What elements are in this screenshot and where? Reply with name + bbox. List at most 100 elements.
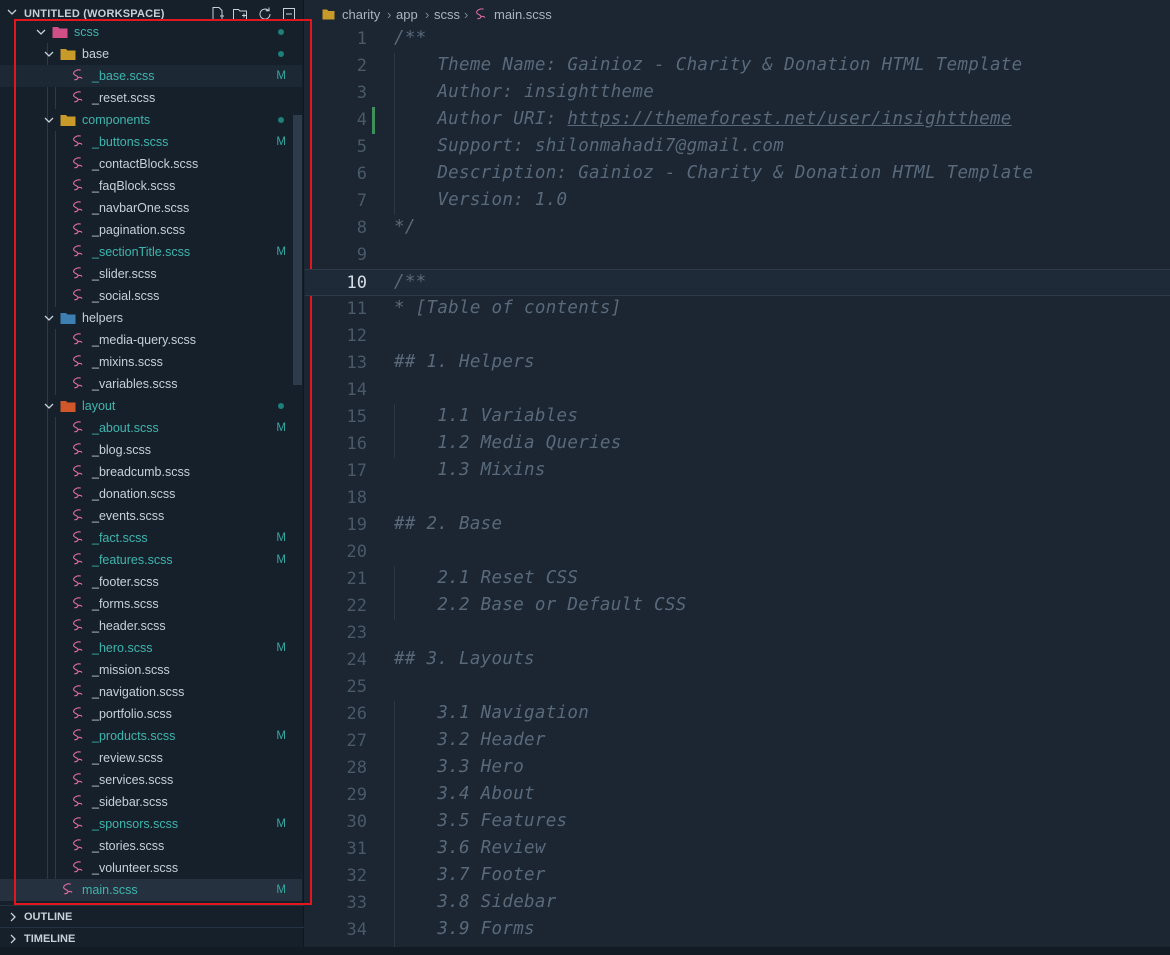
tree-file[interactable]: _mixins.scss bbox=[0, 351, 302, 373]
tree-folder[interactable]: base bbox=[0, 43, 302, 65]
code-line[interactable]: 11 * [Table of contents] bbox=[305, 296, 1170, 323]
tree-file[interactable]: _social.scss bbox=[0, 285, 302, 307]
code-text: 1.2 Media Queries bbox=[394, 433, 622, 453]
chevron-down-icon[interactable] bbox=[44, 401, 54, 411]
git-status-badge: M bbox=[276, 422, 286, 434]
tree-file[interactable]: _breadcumb.scss bbox=[0, 461, 302, 483]
code-line[interactable]: 12 bbox=[305, 323, 1170, 350]
tree-file[interactable]: _volunteer.scss bbox=[0, 857, 302, 879]
refresh-icon[interactable] bbox=[257, 6, 273, 22]
tree-file[interactable]: _review.scss bbox=[0, 747, 302, 769]
tree-file[interactable]: _products.scss M bbox=[0, 725, 302, 747]
tree-file[interactable]: _hero.scss M bbox=[0, 637, 302, 659]
code-line[interactable]: 24 ## 3. Layouts bbox=[305, 647, 1170, 674]
sass-file-icon bbox=[73, 597, 83, 609]
code-line[interactable]: 8 */ bbox=[305, 215, 1170, 242]
tree-file[interactable]: _features.scss M bbox=[0, 549, 302, 571]
code-line[interactable]: 20 bbox=[305, 539, 1170, 566]
tree-file[interactable]: _sectionTitle.scss M bbox=[0, 241, 302, 263]
code-line[interactable]: 2 Theme Name: Gainioz - Charity & Donati… bbox=[305, 53, 1170, 80]
tree-folder[interactable]: scss bbox=[0, 21, 302, 43]
tree-folder[interactable]: components bbox=[0, 109, 302, 131]
code-line[interactable]: 30 3.5 Features bbox=[305, 809, 1170, 836]
sass-file-icon bbox=[73, 91, 83, 103]
breadcrumb-scss[interactable]: scss bbox=[434, 7, 460, 22]
tree-file[interactable]: _navbarOne.scss bbox=[0, 197, 302, 219]
git-status-badge: M bbox=[276, 730, 286, 742]
code-line[interactable]: 22 2.2 Base or Default CSS bbox=[305, 593, 1170, 620]
code-line[interactable]: 26 3.1 Navigation bbox=[305, 701, 1170, 728]
tree-file[interactable]: _buttons.scss M bbox=[0, 131, 302, 153]
tree-file[interactable]: _about.scss M bbox=[0, 417, 302, 439]
tree-file[interactable]: _media-query.scss bbox=[0, 329, 302, 351]
code-line[interactable]: 28 3.3 Hero bbox=[305, 755, 1170, 782]
breadcrumb-charity[interactable]: charity bbox=[342, 7, 380, 22]
tree-file[interactable]: _donation.scss bbox=[0, 483, 302, 505]
chevron-down-icon[interactable] bbox=[44, 115, 54, 125]
folder-icon bbox=[60, 49, 76, 60]
tree-file[interactable]: _navigation.scss bbox=[0, 681, 302, 703]
author-uri-link[interactable]: https://themeforest.net/user/insightthem… bbox=[567, 109, 1011, 129]
tree-file[interactable]: _base.scss M bbox=[0, 65, 302, 87]
breadcrumb-app[interactable]: app bbox=[396, 7, 418, 22]
tree-file[interactable]: _services.scss bbox=[0, 769, 302, 791]
collapse-all-icon[interactable] bbox=[281, 6, 297, 22]
tree-file[interactable]: _variables.scss bbox=[0, 373, 302, 395]
breadcrumb-main-scss[interactable]: main.scss bbox=[494, 7, 552, 22]
code-line[interactable]: 29 3.4 About bbox=[305, 782, 1170, 809]
code-line[interactable]: 16 1.2 Media Queries bbox=[305, 431, 1170, 458]
code-line[interactable]: 21 2.1 Reset CSS bbox=[305, 566, 1170, 593]
tree-folder[interactable]: helpers bbox=[0, 307, 302, 329]
tree-file[interactable]: _faqBlock.scss bbox=[0, 175, 302, 197]
code-line[interactable]: 5 Support: shilonmahadi7@gmail.com bbox=[305, 134, 1170, 161]
code-line[interactable]: 33 3.8 Sidebar bbox=[305, 890, 1170, 917]
tree-file[interactable]: _mission.scss bbox=[0, 659, 302, 681]
tree-file[interactable]: _stories.scss bbox=[0, 835, 302, 857]
tree-file[interactable]: _pagination.scss bbox=[0, 219, 302, 241]
code-line[interactable]: 6 Description: Gainioz - Charity & Donat… bbox=[305, 161, 1170, 188]
code-line[interactable]: 25 bbox=[305, 674, 1170, 701]
tree-file[interactable]: _footer.scss bbox=[0, 571, 302, 593]
new-folder-icon[interactable] bbox=[232, 6, 248, 22]
outline-panel-header[interactable]: OUTLINE bbox=[0, 905, 304, 928]
code-line[interactable]: 1 /** bbox=[305, 26, 1170, 53]
code-line[interactable]: 15 1.1 Variables bbox=[305, 404, 1170, 431]
code-line[interactable]: 18 bbox=[305, 485, 1170, 512]
chevron-down-icon[interactable] bbox=[36, 27, 46, 37]
code-line[interactable]: 3 Author: insighttheme bbox=[305, 80, 1170, 107]
new-file-icon[interactable] bbox=[210, 6, 226, 22]
tree-file[interactable]: _reset.scss bbox=[0, 87, 302, 109]
chevron-down-icon[interactable] bbox=[44, 49, 54, 59]
code-line[interactable]: 31 3.6 Review bbox=[305, 836, 1170, 863]
code-line[interactable]: 13 ## 1. Helpers bbox=[305, 350, 1170, 377]
code-text: Support: shilonmahadi7@gmail.com bbox=[394, 136, 785, 156]
tree-file[interactable]: _events.scss bbox=[0, 505, 302, 527]
tree-file[interactable]: _contactBlock.scss bbox=[0, 153, 302, 175]
code-line[interactable]: 9 bbox=[305, 242, 1170, 269]
tree-file[interactable]: _blog.scss bbox=[0, 439, 302, 461]
tree-file[interactable]: _sidebar.scss bbox=[0, 791, 302, 813]
code-line[interactable]: 34 3.9 Forms bbox=[305, 917, 1170, 944]
tree-file[interactable]: main.scss M bbox=[0, 879, 302, 901]
code-editor[interactable]: 1 /** 2 Theme Name: Gainioz - Charity & Do… bbox=[305, 26, 1170, 948]
code-line[interactable]: 32 3.7 Footer bbox=[305, 863, 1170, 890]
code-line[interactable]: 19 ## 2. Base bbox=[305, 512, 1170, 539]
tree-file[interactable]: _sponsors.scss M bbox=[0, 813, 302, 835]
sass-file-icon bbox=[73, 179, 83, 191]
chevron-down-icon[interactable] bbox=[44, 313, 54, 323]
code-line[interactable]: 7 Version: 1.0 bbox=[305, 188, 1170, 215]
tree-file[interactable]: _fact.scss M bbox=[0, 527, 302, 549]
code-line[interactable]: 27 3.2 Header bbox=[305, 728, 1170, 755]
code-line[interactable]: 4 Author URI: https://themeforest.net/us… bbox=[305, 107, 1170, 134]
tree-folder[interactable]: layout bbox=[0, 395, 302, 417]
tree-item-label: _blog.scss bbox=[92, 443, 152, 457]
sidebar-scrollbar[interactable] bbox=[293, 115, 302, 385]
tree-file[interactable]: _forms.scss bbox=[0, 593, 302, 615]
tree-file[interactable]: _portfolio.scss bbox=[0, 703, 302, 725]
code-line[interactable]: 14 bbox=[305, 377, 1170, 404]
code-line[interactable]: 10 /** bbox=[305, 269, 1170, 296]
tree-file[interactable]: _slider.scss bbox=[0, 263, 302, 285]
tree-file[interactable]: _header.scss bbox=[0, 615, 302, 637]
code-line[interactable]: 23 bbox=[305, 620, 1170, 647]
code-line[interactable]: 17 1.3 Mixins bbox=[305, 458, 1170, 485]
